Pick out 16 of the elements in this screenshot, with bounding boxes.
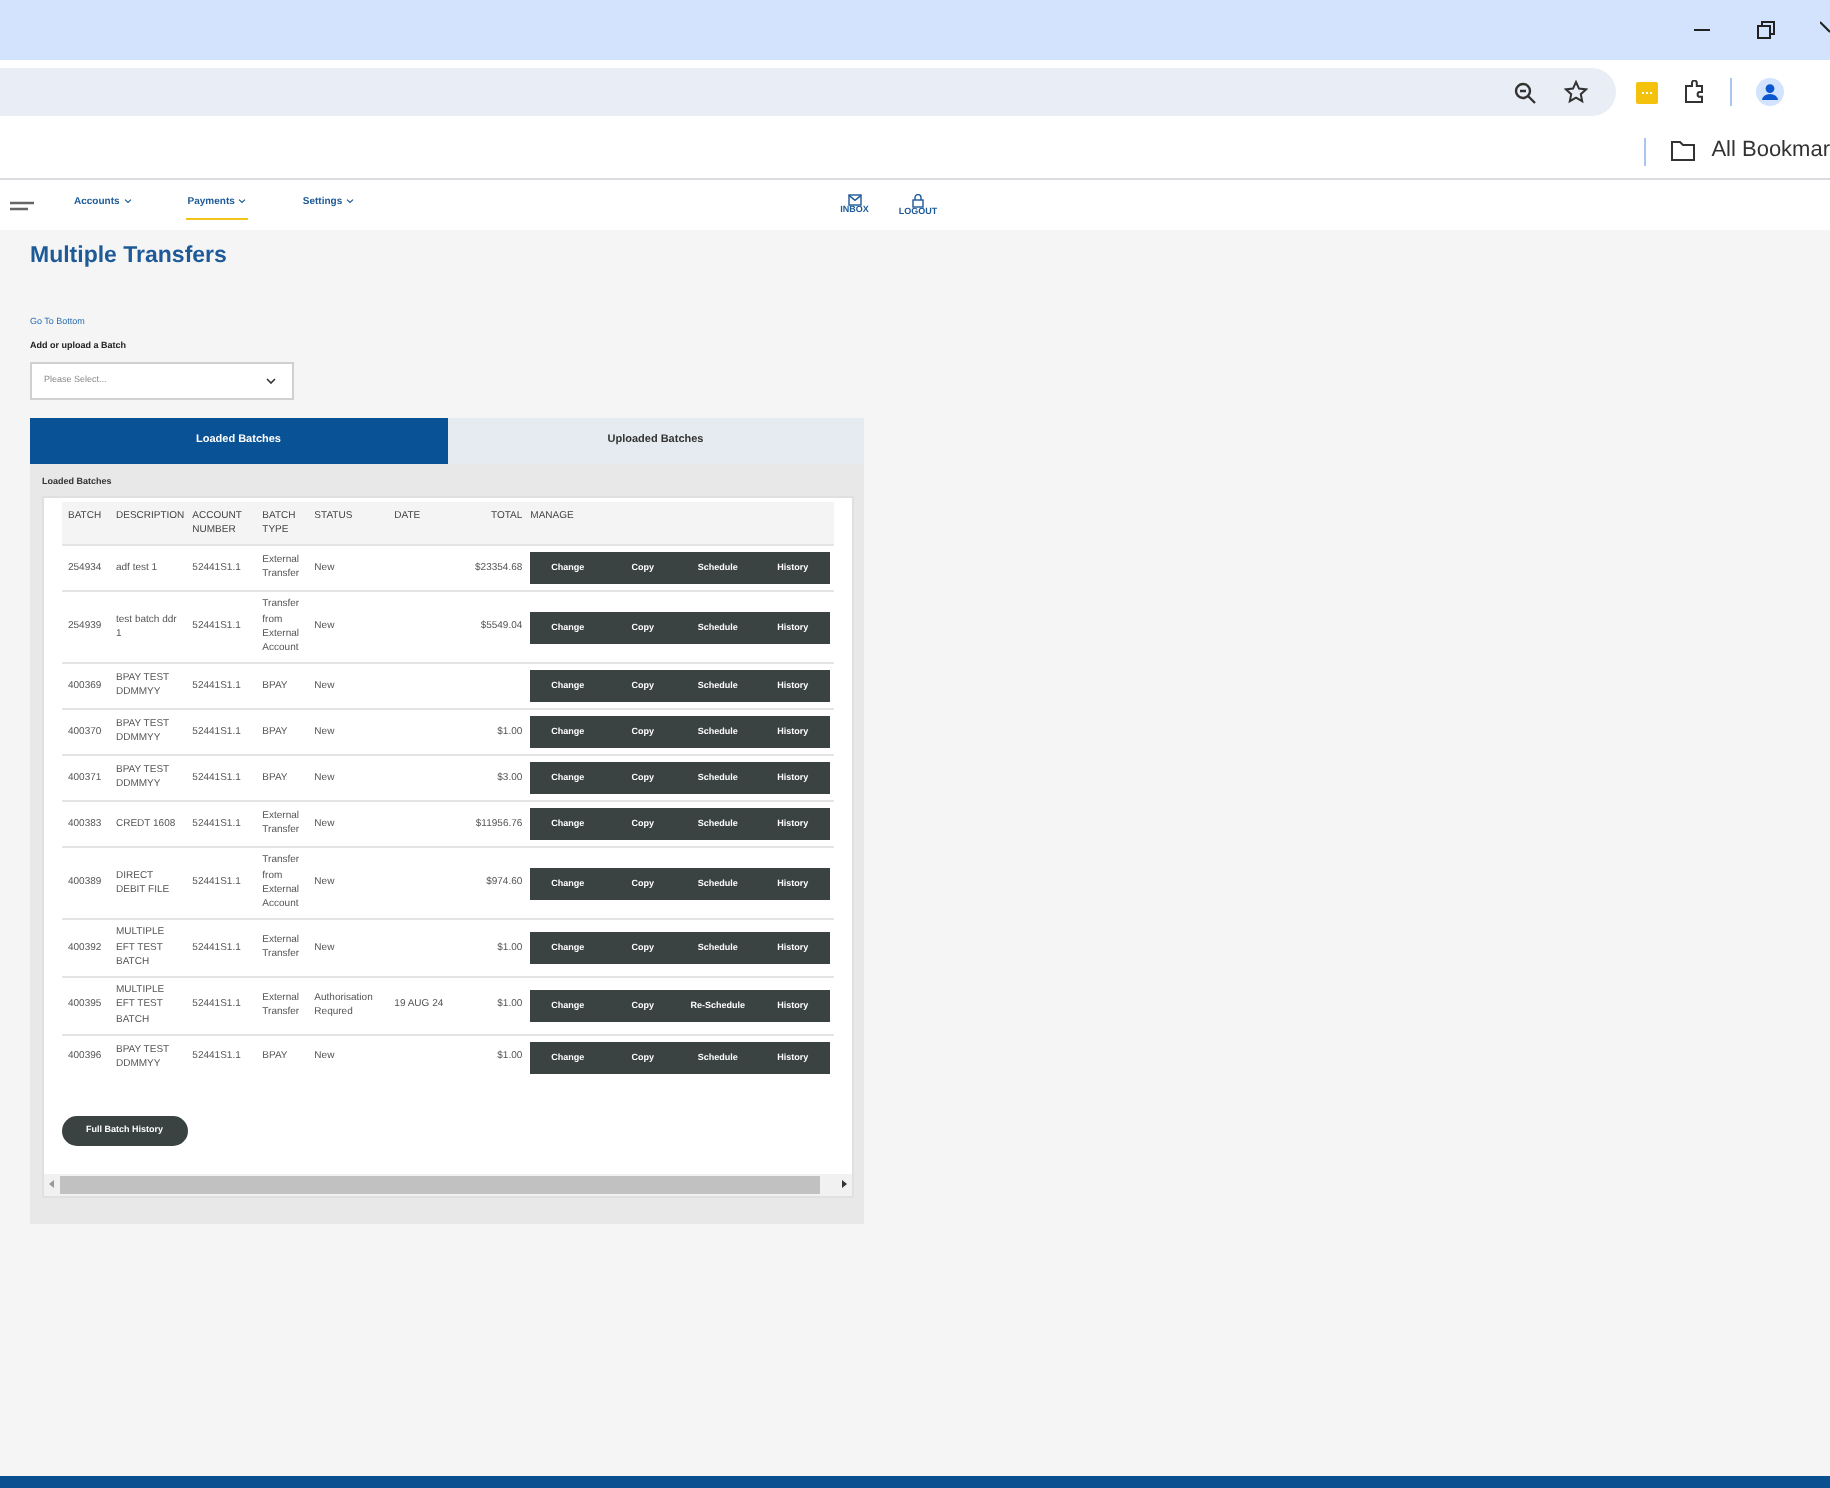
lock-icon bbox=[912, 193, 925, 208]
zoom-icon[interactable] bbox=[1514, 81, 1536, 103]
puzzle-icon[interactable] bbox=[1682, 80, 1706, 104]
envelope-icon bbox=[847, 193, 862, 206]
restore-icon[interactable] bbox=[1756, 20, 1776, 40]
chevron-icon bbox=[346, 198, 355, 205]
chevron-icon bbox=[266, 377, 276, 384]
profile-icon[interactable] bbox=[1756, 78, 1784, 106]
chevron-icon bbox=[238, 198, 247, 205]
chevron-icon bbox=[123, 198, 132, 205]
horizontal-scrollbar[interactable] bbox=[44, 1173, 852, 1196]
folder-icon bbox=[1669, 140, 1696, 162]
page-title: Multiple Transfers bbox=[30, 244, 229, 272]
star-icon[interactable] bbox=[1564, 80, 1588, 104]
bookmarks-label[interactable]: All Bookmar bbox=[1711, 134, 1830, 168]
scroll-right-icon[interactable] bbox=[836, 1178, 852, 1191]
